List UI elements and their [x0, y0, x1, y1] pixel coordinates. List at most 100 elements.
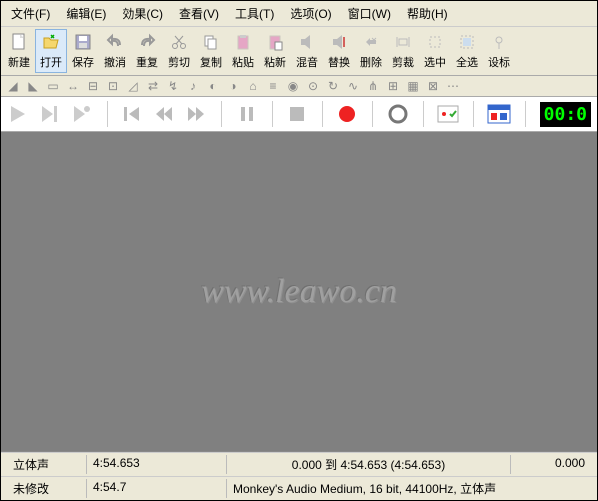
window-button[interactable] — [487, 101, 511, 127]
skip-start-button[interactable] — [121, 101, 143, 127]
effect-icon-4[interactable]: ↔ — [65, 78, 81, 94]
effect-icon-13[interactable]: ⌂ — [245, 78, 261, 94]
menu-effects[interactable]: 効果(C) — [116, 3, 169, 24]
menu-help[interactable]: 帮助(H) — [401, 3, 454, 24]
marker-icon — [489, 32, 509, 52]
main-toolbar: 新建 打开 保存 撤消 重复 剪切 复制 粘贴 粘新 混音 替换 删除 剪裁 选… — [1, 27, 597, 76]
waveform-canvas[interactable]: www.leawo.cn — [1, 132, 597, 451]
effect-icon-8[interactable]: ⇄ — [145, 78, 161, 94]
menu-tools[interactable]: 工具(T) — [229, 3, 280, 24]
effect-icon-5[interactable]: ⊟ — [85, 78, 101, 94]
replace-icon — [329, 32, 349, 52]
paste-new-button[interactable]: 粘新 — [259, 30, 291, 72]
select-button[interactable]: 选中 — [419, 30, 451, 72]
redo-label: 重复 — [136, 54, 158, 70]
effect-icon-6[interactable]: ⊡ — [105, 78, 121, 94]
copy-button[interactable]: 复制 — [195, 30, 227, 72]
status-bar: 立体声 4:54.653 0.000 到 4:54.653 (4:54.653)… — [1, 451, 597, 500]
replace-button[interactable]: 替换 — [323, 30, 355, 72]
delete-icon — [361, 32, 381, 52]
effect-icon-10[interactable]: ♪ — [185, 78, 201, 94]
record-alt-button[interactable] — [387, 101, 409, 127]
save-button[interactable]: 保存 — [67, 30, 99, 72]
forward-button[interactable] — [185, 101, 207, 127]
replace-label: 替换 — [328, 54, 350, 70]
status-selection: 0.000 到 4:54.653 (4:54.653) — [227, 455, 511, 474]
menu-options[interactable]: 选项(O) — [284, 3, 337, 24]
copy-label: 复制 — [200, 54, 222, 70]
trim-label: 剪裁 — [392, 54, 414, 70]
effect-icon-3[interactable]: ▭ — [45, 78, 61, 94]
undo-label: 撤消 — [104, 54, 126, 70]
effect-icon-9[interactable]: ↯ — [165, 78, 181, 94]
new-file-icon — [9, 32, 29, 52]
open-button[interactable]: 打开 — [35, 29, 67, 73]
pause-button[interactable] — [236, 101, 258, 127]
effect-icon-1[interactable]: ◢ — [5, 78, 21, 94]
select-all-label: 全选 — [456, 54, 478, 70]
delete-button[interactable]: 删除 — [355, 30, 387, 72]
effect-icon-7[interactable]: ◿ — [125, 78, 141, 94]
effect-icon-12[interactable]: ◑ — [225, 78, 241, 94]
effect-icon-15[interactable]: ◉ — [285, 78, 301, 94]
undo-icon — [105, 32, 125, 52]
play-loop-button[interactable] — [71, 101, 93, 127]
effect-icon-2[interactable]: ◣ — [25, 78, 41, 94]
effect-icon-17[interactable]: ↻ — [325, 78, 341, 94]
trim-button[interactable]: 剪裁 — [387, 30, 419, 72]
menu-bar: 文件(F) 编辑(E) 効果(C) 查看(V) 工具(T) 选项(O) 窗口(W… — [1, 1, 597, 27]
redo-button[interactable]: 重复 — [131, 30, 163, 72]
effect-icon-11[interactable]: ◐ — [205, 78, 221, 94]
check-button[interactable] — [437, 101, 459, 127]
rewind-button[interactable] — [153, 101, 175, 127]
status-format: Monkey's Audio Medium, 16 bit, 44100Hz, … — [227, 479, 591, 498]
effect-icon-16[interactable]: ⊙ — [305, 78, 321, 94]
effect-icon-14[interactable]: ≡ — [265, 78, 281, 94]
paste-label: 粘贴 — [232, 54, 254, 70]
stop-button[interactable] — [286, 101, 308, 127]
select-all-icon — [457, 32, 477, 52]
menu-file[interactable]: 文件(F) — [5, 3, 56, 24]
copy-icon — [201, 32, 221, 52]
effect-icon-21[interactable]: ▦ — [405, 78, 421, 94]
open-folder-icon — [41, 32, 61, 52]
effect-icon-23[interactable]: ⋯ — [445, 78, 461, 94]
undo-button[interactable]: 撤消 — [99, 30, 131, 72]
status-modified: 未修改 — [7, 479, 87, 498]
watermark-text: www.leawo.cn — [201, 273, 397, 311]
effect-icon-22[interactable]: ⊠ — [425, 78, 441, 94]
paste-button[interactable]: 粘贴 — [227, 30, 259, 72]
status-duration2: 4:54.7 — [87, 479, 227, 498]
transport-toolbar: 00:0 — [1, 97, 597, 132]
play-button[interactable] — [7, 101, 29, 127]
effect-icon-18[interactable]: ∿ — [345, 78, 361, 94]
open-label: 打开 — [40, 54, 62, 70]
select-all-button[interactable]: 全选 — [451, 30, 483, 72]
record-button[interactable] — [336, 101, 358, 127]
status-duration: 4:54.653 — [87, 455, 227, 474]
paste-icon — [233, 32, 253, 52]
cut-button[interactable]: 剪切 — [163, 30, 195, 72]
delete-label: 删除 — [360, 54, 382, 70]
play-end-button[interactable] — [39, 101, 61, 127]
redo-icon — [137, 32, 157, 52]
scissors-icon — [169, 32, 189, 52]
mix-label: 混音 — [296, 54, 318, 70]
select-icon — [425, 32, 445, 52]
menu-edit[interactable]: 编辑(E) — [60, 3, 112, 24]
cut-label: 剪切 — [168, 54, 190, 70]
effect-icon-20[interactable]: ⊞ — [385, 78, 401, 94]
markers-button[interactable]: 设标 — [483, 30, 515, 72]
menu-view[interactable]: 查看(V) — [173, 3, 225, 24]
menu-window[interactable]: 窗口(W) — [342, 3, 397, 24]
new-button[interactable]: 新建 — [3, 30, 35, 72]
paste-new-label: 粘新 — [264, 54, 286, 70]
save-label: 保存 — [72, 54, 94, 70]
effect-icon-19[interactable]: ⋔ — [365, 78, 381, 94]
mix-icon — [297, 32, 317, 52]
markers-label: 设标 — [488, 54, 510, 70]
mix-button[interactable]: 混音 — [291, 30, 323, 72]
paste-new-icon — [265, 32, 285, 52]
trim-icon — [393, 32, 413, 52]
status-channels: 立体声 — [7, 455, 87, 474]
